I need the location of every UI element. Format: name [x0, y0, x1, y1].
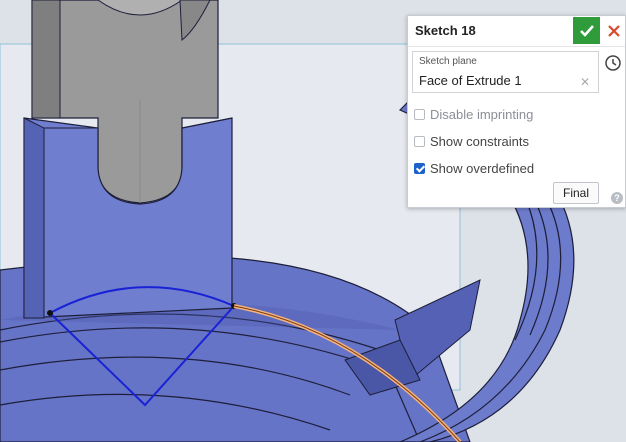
clear-x-icon[interactable]: ✕: [580, 75, 590, 89]
sketch-plane-label: Sketch plane: [419, 56, 477, 67]
final-button[interactable]: Final: [553, 182, 599, 204]
help-icon[interactable]: ?: [611, 192, 623, 204]
checkmark-icon: [579, 24, 594, 37]
disable-imprinting-checkbox[interactable]: [414, 109, 425, 120]
disable-imprinting-option[interactable]: Disable imprinting: [414, 107, 533, 122]
show-constraints-option[interactable]: Show constraints: [414, 134, 529, 149]
close-icon: [608, 24, 620, 37]
sketch-point[interactable]: [47, 310, 53, 316]
sketch-panel: Sketch 18 Sketch plane Face of Extrude 1…: [407, 15, 626, 208]
show-constraints-checkbox[interactable]: [414, 136, 425, 147]
show-overdefined-label: Show overdefined: [430, 161, 535, 176]
sketch-plane-field[interactable]: Sketch plane Face of Extrude 1 ✕: [412, 51, 599, 93]
show-overdefined-checkbox[interactable]: [414, 163, 425, 174]
accept-button[interactable]: [573, 17, 600, 44]
sketch-plane-value: Face of Extrude 1: [419, 73, 522, 88]
show-constraints-label: Show constraints: [430, 134, 529, 149]
disable-imprinting-label: Disable imprinting: [430, 107, 534, 122]
show-overdefined-option[interactable]: Show overdefined: [414, 161, 534, 176]
history-clock-icon[interactable]: [604, 54, 622, 72]
cancel-button[interactable]: [603, 17, 625, 44]
panel-title: Sketch 18: [415, 23, 476, 38]
